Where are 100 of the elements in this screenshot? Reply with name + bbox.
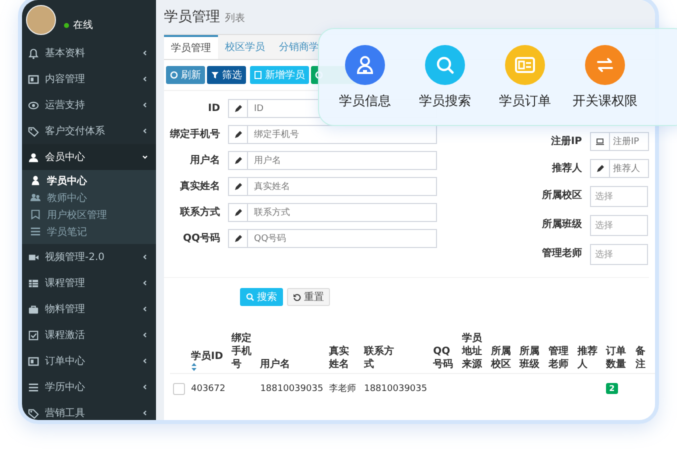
- field-label: 绑定手机号: [168, 127, 220, 141]
- search-icon: [246, 293, 254, 301]
- input-field[interactable]: 推荐人: [609, 159, 649, 178]
- sidebar-submenu-item[interactable]: 教师中心: [22, 189, 156, 206]
- field-label: QQ号码: [182, 232, 220, 245]
- feature-label[interactable]: 学员信息: [339, 92, 391, 110]
- column-header: 订单数量: [606, 345, 628, 371]
- field-label: 推荐人: [550, 162, 582, 175]
- filter-button[interactable]: 筛选: [207, 66, 246, 84]
- column-header: 所属班级: [520, 345, 541, 371]
- sidebar-submenu-item[interactable]: 学员中心: [22, 172, 156, 189]
- refresh-button[interactable]: 刷新: [166, 66, 205, 84]
- input-field[interactable]: 联系方式: [247, 203, 437, 222]
- field-label: 真实姓名: [179, 179, 220, 193]
- filter-icon: [211, 71, 219, 79]
- chevron-icon: [142, 154, 148, 160]
- sort-icon[interactable]: [191, 363, 197, 371]
- table-cell: 李老师: [329, 384, 356, 394]
- input-field[interactable]: 用户名: [247, 151, 437, 170]
- chevron-icon: [142, 76, 148, 82]
- person-icon: [30, 175, 41, 186]
- sidebar-menu-item[interactable]: 运营支持: [22, 92, 156, 118]
- page-subtitle: 列表: [225, 12, 245, 25]
- person-icon: [28, 152, 39, 162]
- chevron-icon: [142, 410, 148, 416]
- chevron-icon: [142, 332, 148, 338]
- tag-icon: [28, 126, 39, 136]
- sidebar-menu-item[interactable]: 内容管理: [22, 66, 156, 92]
- input-field[interactable]: QQ号码: [247, 229, 437, 248]
- document-icon: [254, 71, 262, 79]
- sidebar-menu-item[interactable]: 营销工具: [22, 400, 156, 420]
- monitor-icon: [28, 74, 39, 84]
- chevron-icon: [142, 50, 148, 56]
- row-checkbox[interactable]: [173, 382, 185, 394]
- tag-icon: [28, 408, 39, 418]
- refresh-icon: [170, 71, 178, 79]
- chevron-icon: [142, 128, 148, 134]
- table-cell: 18810039035: [364, 384, 428, 394]
- chevron-icon: [142, 384, 148, 390]
- sidebar-submenu-item[interactable]: 用户校区管理: [22, 206, 156, 223]
- pencil-icon: [234, 182, 242, 190]
- input-field[interactable]: 真实姓名: [247, 177, 437, 196]
- order-count-badge: 2: [606, 382, 618, 394]
- column-header[interactable]: 学员ID: [191, 350, 224, 363]
- column-header: 管理老师: [548, 345, 570, 371]
- sidebar-menu-item[interactable]: 客户交付体系: [22, 118, 156, 144]
- column-header: 真实姓名: [329, 345, 350, 371]
- bell-icon: [28, 48, 39, 58]
- pencil-icon: [234, 208, 242, 216]
- pencil-icon: [596, 164, 604, 172]
- table-icon: [28, 278, 39, 288]
- pencil-icon: [234, 156, 242, 164]
- column-header: 学员地址来源: [462, 332, 483, 371]
- field-label: ID: [206, 102, 220, 115]
- sidebar-menu-item[interactable]: 课程管理: [22, 270, 156, 296]
- sidebar-menu-item[interactable]: 视频管理-2.0: [22, 244, 156, 270]
- input-field[interactable]: 注册IP: [609, 132, 649, 151]
- sidebar-menu-item[interactable]: 学历中心: [22, 374, 156, 400]
- feature-label[interactable]: 开关课权限: [572, 92, 638, 110]
- sidebar-menu-item[interactable]: 物料管理: [22, 296, 156, 322]
- sidebar-menu-item[interactable]: 订单中心: [22, 348, 156, 374]
- sidebar-menu-item[interactable]: 基本资料: [22, 40, 156, 66]
- checkbox-icon: [28, 330, 39, 340]
- feature-label[interactable]: 学员搜索: [419, 92, 471, 110]
- bookmark-icon: [30, 209, 41, 220]
- list-icon: [30, 226, 41, 237]
- feature-label[interactable]: 学员订单: [499, 92, 551, 110]
- tab[interactable]: 学员管理: [164, 35, 218, 59]
- person-icon[interactable]: [345, 44, 385, 84]
- people-icon: [30, 192, 41, 203]
- id-card-icon[interactable]: [505, 44, 545, 84]
- eye-icon: [28, 100, 39, 110]
- reset-button[interactable]: 重置: [287, 288, 330, 306]
- chevron-icon: [142, 358, 148, 364]
- column-header: 推荐人: [577, 345, 598, 371]
- field-label: 所属班级: [541, 218, 582, 231]
- monitor-icon: [28, 356, 39, 366]
- chevron-icon: [142, 280, 148, 286]
- column-header: 所属校区: [490, 345, 512, 371]
- column-header: 绑定手机号: [231, 332, 252, 371]
- sidebar-submenu-item[interactable]: 学员笔记: [22, 223, 156, 240]
- column-header: QQ号码: [433, 345, 454, 371]
- pencil-icon: [234, 234, 242, 242]
- column-header: 联系方式: [364, 345, 394, 371]
- avatar: [26, 5, 56, 35]
- field-label: 联系方式: [178, 205, 220, 219]
- sidebar-menu-item[interactable]: 课程激活: [22, 322, 156, 348]
- chevron-icon: [142, 102, 148, 108]
- search-icon[interactable]: [425, 44, 465, 84]
- column-header: 用户名: [260, 358, 290, 371]
- pencil-icon: [234, 130, 242, 138]
- list-icon: [28, 382, 39, 392]
- input-field[interactable]: 绑定手机号: [247, 125, 437, 144]
- swap-arrows-icon[interactable]: [585, 44, 625, 84]
- sidebar-menu-item[interactable]: 会员中心: [22, 144, 156, 170]
- briefcase-icon: [28, 304, 39, 314]
- chevron-icon: [142, 306, 148, 312]
- table-cell: 18810039035: [260, 384, 324, 394]
- page-title: 学员管理: [164, 8, 220, 26]
- status-label: 在线: [73, 18, 93, 32]
